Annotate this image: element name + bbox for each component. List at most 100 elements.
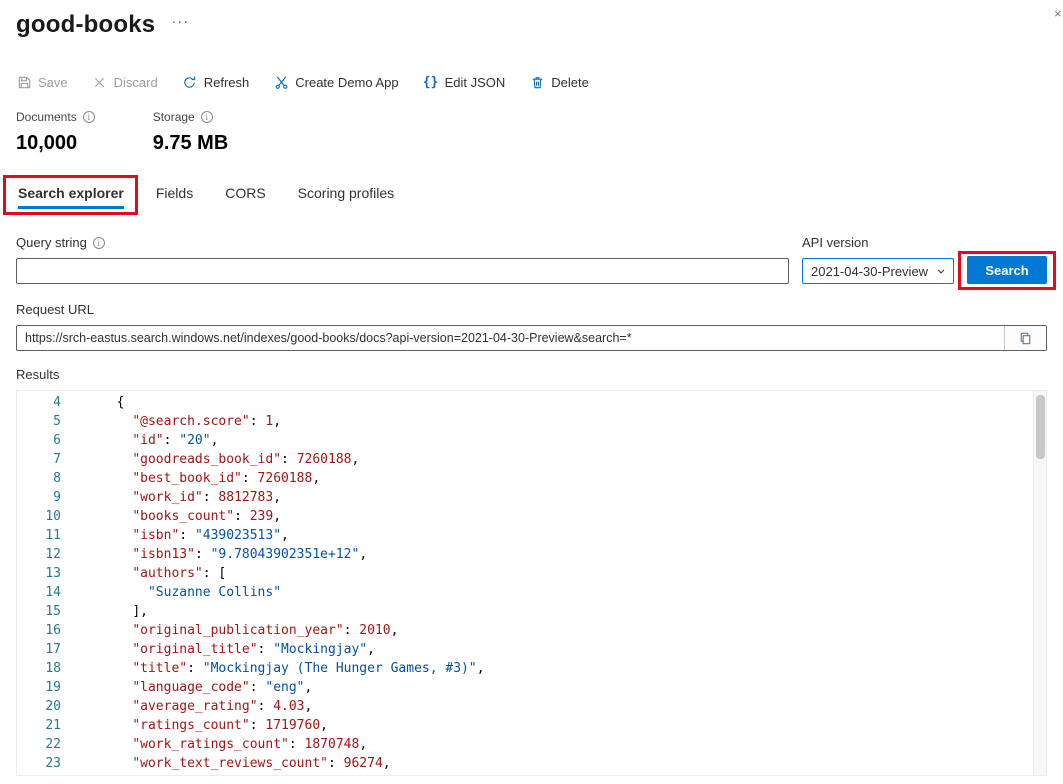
create-demo-app-button[interactable]: Create Demo App [273,74,398,90]
code-line: 16 "original_publication_year": 2010, [17,621,1046,640]
documents-label: Documents [16,110,77,124]
storage-label: Storage [153,110,195,124]
line-number: 15 [17,602,61,621]
line-number: 8 [17,469,61,488]
chevron-down-icon [935,265,947,277]
code-line: 7 "goodreads_book_id": 7260188, [17,450,1046,469]
code-line: 11 "isbn": "439023513", [17,526,1046,545]
line-number: 23 [17,754,61,773]
query-row: Query string API version 2021-04-30-Prev… [16,235,1047,284]
tab-cors[interactable]: CORS [223,183,267,209]
code-line: 22 "work_ratings_count": 1870748, [17,735,1046,754]
search-button[interactable]: Search [967,256,1047,284]
refresh-label: Refresh [204,75,250,90]
edit-json-label: Edit JSON [445,75,506,90]
documents-stat: Documents 10,000 [16,110,95,155]
info-icon [83,111,95,123]
more-options-icon[interactable]: ··· [171,13,189,30]
stats-row: Documents 10,000 Storage 9.75 MB [16,110,1047,155]
save-icon [16,74,32,90]
code-line: 6 "id": "20", [17,431,1046,450]
code-line: 12 "isbn13": "9.78043902351e+12", [17,545,1046,564]
code-line: 4 { [17,393,1046,412]
api-version-value: 2021-04-30-Preview [811,264,928,279]
save-button[interactable]: Save [16,74,68,90]
delete-label: Delete [551,75,589,90]
line-number: 24 [17,773,61,776]
code-line: 19 "language_code": "eng", [17,678,1046,697]
copy-icon [1018,331,1033,346]
active-tab-underline [18,206,124,209]
header: good-books ··· [16,10,1047,40]
line-number: 14 [17,583,61,602]
line-number: 5 [17,412,61,431]
tab-label: CORS [225,185,265,201]
demo-app-icon [273,74,289,90]
line-number: 12 [17,545,61,564]
request-url-label: Request URL [16,302,94,317]
edge-clipped-icon: × [1054,6,1063,22]
code-line: 13 "authors": [ [17,564,1046,583]
code-line: 5 "@search.score": 1, [17,412,1046,431]
storage-size: 9.75 MB [153,132,229,155]
edit-json-icon: {} [423,74,439,90]
results-label: Results [16,367,59,382]
line-number: 6 [17,431,61,450]
discard-icon [92,74,108,90]
tab-scoring-profiles[interactable]: Scoring profiles [296,183,397,209]
query-string-input[interactable] [16,258,789,284]
line-number: 18 [17,659,61,678]
line-number: 13 [17,564,61,583]
refresh-button[interactable]: Refresh [182,74,250,90]
copy-url-button[interactable] [1004,326,1046,350]
code-line: 23 "work_text_reviews_count": 96274, [17,754,1046,773]
info-icon [93,237,105,249]
edit-json-button[interactable]: {} Edit JSON [423,74,506,90]
line-number: 4 [17,393,61,412]
code-line: 9 "work_id": 8812783, [17,488,1046,507]
delete-icon [529,74,545,90]
code-line: 15 ], [17,602,1046,621]
tab-fields[interactable]: Fields [154,183,195,209]
line-number: 9 [17,488,61,507]
results-section: Results 4 {5 "@search.score": 1,6 "id": … [16,367,1047,776]
api-version-dropdown[interactable]: 2021-04-30-Preview [802,258,954,284]
request-url-input[interactable] [17,326,1004,350]
tab-bar: Search explorer Fields CORS Scoring prof… [16,183,1047,209]
request-url-box [16,325,1047,351]
code-line: 18 "title": "Mockingjay (The Hunger Game… [17,659,1046,678]
discard-label: Discard [114,75,158,90]
delete-button[interactable]: Delete [529,74,589,90]
request-url-section: Request URL [16,302,1047,351]
scrollbar-thumb[interactable] [1036,395,1045,459]
tab-label: Fields [156,185,193,201]
line-number: 10 [17,507,61,526]
save-label: Save [38,75,68,90]
code-line: 8 "best_book_id": 7260188, [17,469,1046,488]
line-number: 19 [17,678,61,697]
line-number: 11 [17,526,61,545]
discard-button[interactable]: Discard [92,74,158,90]
api-version-label: API version [802,235,868,250]
info-icon [201,111,213,123]
line-number: 22 [17,735,61,754]
index-blade: × good-books ··· Save Discard Refresh [0,0,1063,784]
command-bar: Save Discard Refresh Create Demo App {} … [16,74,1047,90]
results-scrollbar[interactable] [1033,391,1046,775]
tab-label: Search explorer [18,185,124,201]
results-code: 4 {5 "@search.score": 1,6 "id": "20",7 "… [17,391,1046,776]
line-number: 7 [17,450,61,469]
tab-search-explorer[interactable]: Search explorer [16,183,126,209]
code-line: 14 "Suzanne Collins" [17,583,1046,602]
code-line: 20 "average_rating": 4.03, [17,697,1046,716]
line-number: 17 [17,640,61,659]
line-number: 21 [17,716,61,735]
create-demo-app-label: Create Demo App [295,75,398,90]
code-line: 17 "original_title": "Mockingjay", [17,640,1046,659]
documents-count: 10,000 [16,132,95,155]
refresh-icon [182,74,198,90]
storage-stat: Storage 9.75 MB [153,110,229,155]
tab-label: Scoring profiles [298,185,395,201]
code-line: 10 "books_count": 239, [17,507,1046,526]
line-number: 20 [17,697,61,716]
